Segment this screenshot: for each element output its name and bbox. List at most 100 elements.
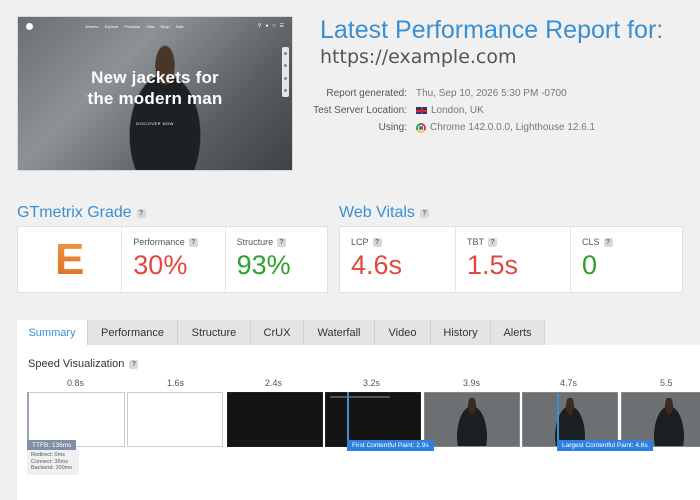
timeline-tick: 5.5 — [660, 378, 673, 388]
structure-label: Structure ? — [237, 237, 327, 247]
timeline-tick: 4.7s — [560, 378, 578, 388]
summary-panel: Speed Visualization ? 0.8s 1.6s 2.4s 3.2… — [17, 345, 700, 500]
web-vitals-card: LCP ? 4.6s TBT ? 1.5s CLS ? 0 — [339, 226, 683, 293]
help-icon[interactable]: ? — [188, 237, 198, 247]
tab-waterfall[interactable]: Waterfall — [304, 320, 375, 345]
help-icon[interactable]: ? — [372, 237, 382, 247]
speed-timeline[interactable]: 0.8s 1.6s 2.4s 3.2s 3.9s 4.7s 5.5 TTFB: … — [27, 378, 700, 488]
screenshot-nav-item: Shop — [160, 23, 170, 29]
timeline-tick: 1.6s — [167, 378, 185, 388]
filmstrip-frame[interactable] — [621, 392, 700, 447]
screenshot-nav-item: Explore — [104, 23, 119, 29]
lcp-label-text: LCP — [351, 237, 369, 247]
lcp-label: Largest Contentful Paint: 4.6s — [557, 440, 653, 451]
grade-letter-cell: E — [18, 227, 121, 292]
meta-value-text: London, UK — [431, 105, 484, 116]
meta-value: Thu, Sep 10, 2026 5:30 PM -0700 — [416, 88, 567, 99]
structure-cell: Structure ? 93% — [224, 227, 327, 292]
meta-value-text: Thu, Sep 10, 2026 5:30 PM -0700 — [416, 88, 567, 99]
filmstrip-frame[interactable] — [227, 392, 323, 447]
filmstrip-frame[interactable] — [522, 392, 618, 447]
meta-label: Report generated: — [326, 88, 407, 99]
screenshot-cta: DISCOVER NOW — [136, 121, 174, 126]
screenshot-nav-item: Sale — [175, 23, 184, 29]
cls-cell: CLS ? 0 — [570, 227, 682, 292]
tab-video[interactable]: Video — [375, 320, 431, 345]
filmstrip-frame[interactable] — [325, 392, 421, 447]
help-icon[interactable]: ? — [603, 237, 613, 247]
ttfb-details: Redirect: 0ms Connect: 36ms Backend: 100… — [27, 450, 79, 475]
structure-value: 93% — [236, 250, 291, 280]
cls-label-text: CLS — [582, 237, 600, 247]
tab-performance[interactable]: Performance — [88, 320, 178, 345]
tbt-label: TBT ? — [467, 237, 570, 247]
tbt-value: 1.5s — [467, 250, 519, 280]
tab-summary[interactable]: Summary — [17, 320, 88, 345]
filmstrip-frame[interactable] — [424, 392, 520, 447]
lcp-value: 4.6s — [351, 250, 403, 280]
report-tabs: Summary Performance Structure CrUX Water… — [17, 320, 545, 345]
meta-row-generated: Report generated: Thu, Sep 10, 2026 5:30… — [300, 85, 595, 102]
meta-label: Test Server Location: — [313, 105, 407, 116]
section-title: Web Vitals — [339, 204, 415, 221]
tbt-cell: TBT ? 1.5s — [455, 227, 570, 292]
filmstrip-frame[interactable] — [27, 392, 125, 447]
timeline-tick: 2.4s — [265, 378, 283, 388]
cls-label: CLS ? — [582, 237, 682, 247]
help-icon[interactable]: ? — [277, 237, 287, 247]
structure-label-text: Structure — [236, 237, 274, 247]
menu-icon: ☰ — [279, 23, 284, 29]
help-icon[interactable]: ? — [136, 208, 146, 218]
screenshot-nav-item: Gifts — [146, 23, 155, 29]
screenshot-nav-icons: ⚲ ● □ ☰ — [258, 23, 284, 29]
meta-value: Chrome 142.0.0.0, Lighthouse 12.6.1 — [416, 122, 595, 133]
speed-visualization-heading: Speed Visualization ? — [28, 358, 139, 370]
screenshot-headline: New jackets for the modern man — [18, 67, 292, 109]
performance-value: 30% — [133, 250, 188, 280]
section-title: GTmetrix Grade — [17, 204, 132, 221]
screenshot-headline-line: New jackets for — [91, 68, 219, 87]
web-vitals-heading: Web Vitals ? — [339, 204, 429, 222]
tab-alerts[interactable]: Alerts — [491, 320, 545, 345]
grade-card: E Performance ? 30% Structure ? 93% — [17, 226, 328, 293]
lcp-cell: LCP ? 4.6s — [340, 227, 455, 292]
uk-flag-icon — [416, 107, 427, 114]
performance-label-text: Performance — [133, 237, 185, 247]
ttfb-detail: Backend: 100ms — [31, 465, 72, 471]
meta-value: London, UK — [416, 105, 484, 116]
help-icon[interactable]: ? — [129, 359, 139, 369]
timeline-tick: 3.9s — [463, 378, 481, 388]
grade-letter: E — [54, 234, 85, 284]
meta-label: Using: — [378, 122, 407, 133]
fcp-label: First Contentful Paint: 2.9s — [347, 440, 434, 451]
meta-row-location: Test Server Location: London, UK — [300, 102, 595, 119]
filmstrip-frame[interactable] — [127, 392, 223, 447]
meta-row-using: Using: Chrome 142.0.0.0, Lighthouse 12.6… — [300, 119, 595, 136]
user-icon: ● — [265, 23, 269, 29]
timeline-tick: 0.8s — [67, 378, 85, 388]
tab-history[interactable]: History — [431, 320, 491, 345]
chrome-icon — [416, 122, 426, 133]
report-meta: Report generated: Thu, Sep 10, 2026 5:30… — [300, 85, 595, 136]
screenshot-navbar: Women Explore Products Gifts Shop Sale ⚲… — [18, 17, 292, 35]
cls-value: 0 — [582, 250, 598, 280]
cart-icon: □ — [272, 23, 276, 29]
performance-label: Performance ? — [133, 237, 224, 247]
tbt-label-text: TBT — [467, 237, 484, 247]
help-icon[interactable]: ? — [488, 237, 497, 247]
screenshot-headline-line: the modern man — [87, 89, 223, 108]
screenshot-nav-item: Products — [124, 23, 141, 29]
meta-value-text: Chrome 142.0.0.0, Lighthouse 12.6.1 — [430, 122, 596, 133]
lcp-label: LCP ? — [351, 237, 455, 247]
report-url[interactable]: https://example.com — [320, 46, 517, 68]
screenshot-side-widget — [282, 47, 289, 97]
speed-visualization-title: Speed Visualization — [28, 358, 125, 370]
search-icon: ⚲ — [257, 23, 262, 29]
gtmetrix-grade-heading: GTmetrix Grade ? — [17, 204, 146, 222]
performance-cell: Performance ? 30% — [121, 227, 224, 292]
tab-structure[interactable]: Structure — [178, 320, 251, 345]
timeline-tick: 3.2s — [363, 378, 381, 388]
tab-crux[interactable]: CrUX — [251, 320, 304, 345]
help-icon[interactable]: ? — [419, 208, 429, 218]
screenshot-nav-item: Women — [85, 23, 99, 29]
